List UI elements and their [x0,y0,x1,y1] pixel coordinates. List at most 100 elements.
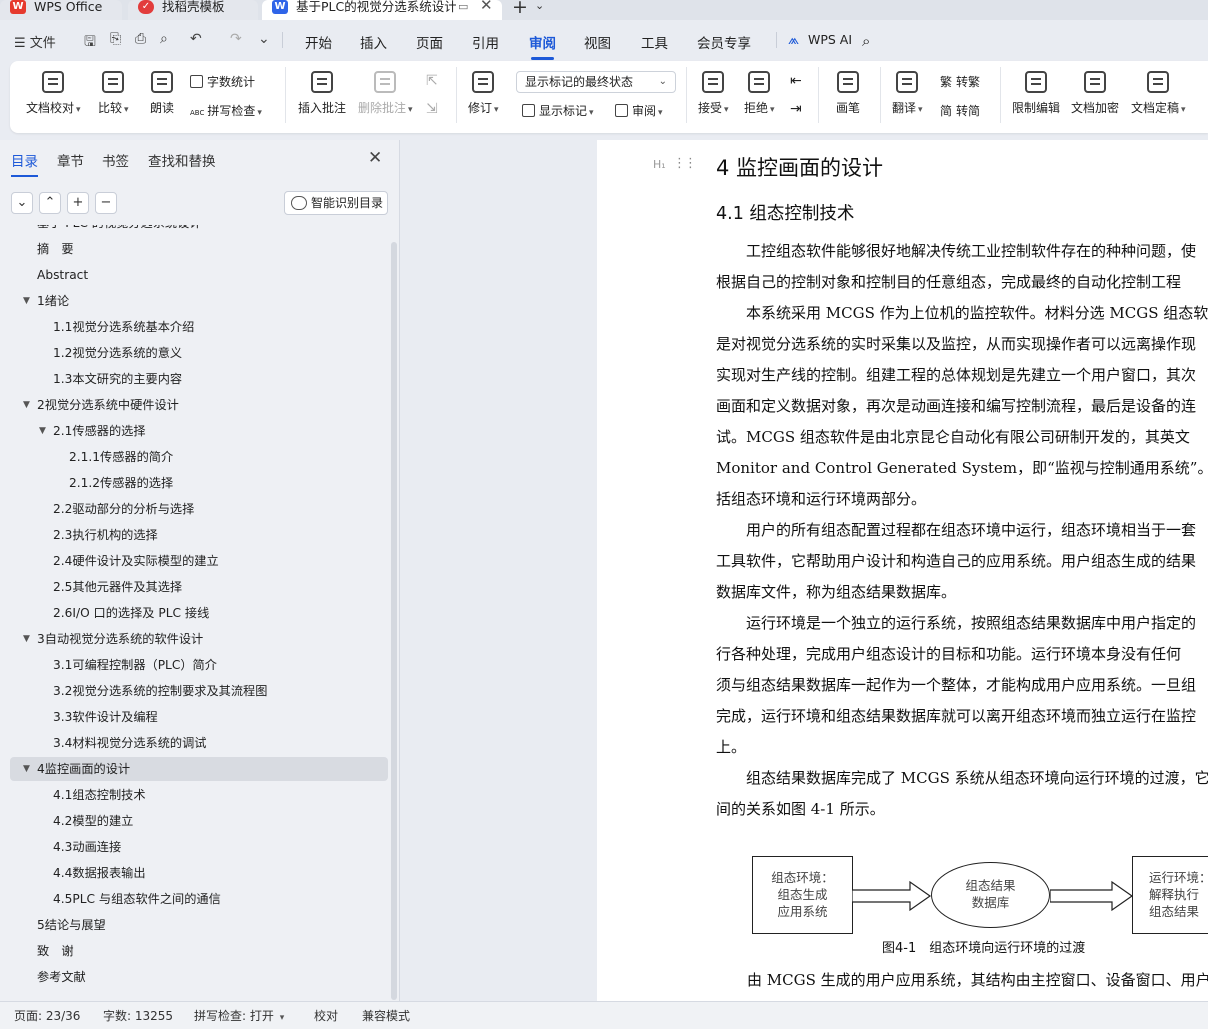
add-heading-icon[interactable]: + [67,192,89,214]
tab-find-replace[interactable]: 查找和替换 [148,150,216,170]
toc-item[interactable]: 2.4硬件设计及实际模型的建立 [10,549,388,573]
search-icon[interactable]: ⌕ [862,32,870,50]
smart-toc-button[interactable]: 智能识别目录 [284,191,388,215]
toc-item[interactable]: 基于 PLC 的视觉分选系统设计 [10,225,388,235]
insert-comment-button[interactable]: 插入批注 [298,71,346,116]
spell-check-status[interactable]: 拼写检查: 打开 ▾ [194,1007,284,1024]
collapse-up-icon[interactable]: ⌃ [39,192,61,214]
to-traditional-button[interactable]: 繁转繁 [940,73,980,90]
doc-finalize-button[interactable]: 文档定稿 ▾ [1131,71,1186,116]
review-pane-button[interactable]: 审阅 ▾ [615,102,663,119]
new-tab-button[interactable]: + [512,0,528,18]
tab-bookmarks[interactable]: 书签 [102,150,129,170]
page-indicator[interactable]: 页面: 23/36 [14,1007,80,1024]
word-count-indicator[interactable]: 字数: 13255 [103,1007,173,1024]
save-icon[interactable]: 🖫 [84,31,96,55]
spell-check-button[interactable]: ABC 拼写检查 ▾ [190,102,262,119]
tab-document[interactable]: W 基于PLC的视觉分选系统设计： ▭ ✕ [262,0,502,20]
close-panel-icon[interactable]: ✕ [368,148,382,168]
doc-encrypt-button[interactable]: 文档加密 [1071,71,1119,116]
compare-button[interactable]: 比较 ▾ [98,71,129,116]
menu-review[interactable]: 审阅 [529,32,556,60]
close-tab-icon[interactable]: ✕ [480,0,493,13]
toc-item[interactable]: Abstract [10,263,388,287]
toc-item[interactable]: 2.1.1传感器的简介 [10,445,388,469]
monitor-icon[interactable]: ▭ [458,0,468,14]
read-aloud-button[interactable]: 朗读 [150,71,174,116]
markup-state-select[interactable]: 显示标记的最终状态 ⌄ [516,71,676,93]
delete-comment-button[interactable]: 删除批注 ▾ [358,71,413,116]
toc-item[interactable]: 2.6I/O 口的选择及 PLC 接线 [10,601,388,625]
toc-item[interactable]: ▼ 3自动视觉分选系统的软件设计 [10,627,388,651]
menu-view[interactable]: 视图 [584,32,611,52]
redo-icon[interactable]: ↷ [230,31,242,47]
expand-toggle-icon[interactable]: ▼ [23,289,30,313]
next-comment-icon[interactable]: ⇲ [426,101,438,117]
show-markup-button[interactable]: 显示标记 ▾ [522,102,594,119]
to-simplified-button[interactable]: 简转简 [940,102,980,119]
expand-toggle-icon[interactable]: ▼ [23,393,30,417]
toc-item[interactable]: 3.3软件设计及编程 [10,705,388,729]
toc-item[interactable]: 4.1组态控制技术 [10,783,388,807]
print-icon[interactable]: ⎙ [135,31,146,47]
menu-start[interactable]: 开始 [305,32,332,52]
tab-list-chevron-icon[interactable]: ⌄ [535,0,544,12]
revise-button[interactable]: 修订 ▾ [468,71,499,116]
toc-item[interactable]: 3.2视觉分选系统的控制要求及其流程图 [10,679,388,703]
toc-item[interactable]: 2.1.2传感器的选择 [10,471,388,495]
print-preview-icon[interactable]: ⌕ [160,31,168,47]
toc-item[interactable]: 2.2驱动部分的分析与选择 [10,497,388,521]
menu-member[interactable]: 会员专享 [697,32,751,52]
collapse-down-icon[interactable]: ⌄ [11,192,33,214]
toc-item[interactable]: 5结论与展望 [10,913,388,937]
proofread-status[interactable]: 校对 [314,1007,338,1024]
tab-template[interactable]: ✓ 找稻壳模板 [128,0,258,20]
menu-tools[interactable]: 工具 [641,32,668,52]
expand-toggle-icon[interactable]: ▼ [23,627,30,651]
menu-reference[interactable]: 引用 [472,32,499,52]
toc-item[interactable]: 4.2模型的建立 [10,809,388,833]
toc-item[interactable]: 3.1可编程控制器（PLC）简介 [10,653,388,677]
toc-item[interactable]: 参考文献 [10,965,388,989]
prev-change-icon[interactable]: ⇤ [790,73,802,89]
prev-comment-icon[interactable]: ⇱ [426,73,438,89]
menu-insert[interactable]: 插入 [360,32,387,52]
tab-toc[interactable]: 目录 [11,150,38,177]
document-page[interactable]: H₁ ⋮⋮ 4 监控画面的设计 4.1 组态控制技术 工控组态软件能够很好地解决… [597,140,1208,1001]
more-chevron-icon[interactable]: ⌄ [258,31,270,47]
wps-ai-button[interactable]: WPS AI [808,32,852,47]
word-count-button[interactable]: 字数统计 [190,73,255,90]
drag-handle-icon[interactable]: ⋮⋮ [673,156,697,171]
toc-item[interactable]: 1.1视觉分选系统基本介绍 [10,315,388,339]
toc-item[interactable]: 3.4材料视觉分选系统的调试 [10,731,388,755]
toc-item[interactable]: ▼ 1绪论 [10,289,388,313]
toc-scrollbar[interactable] [391,242,397,1000]
remove-heading-icon[interactable]: − [95,192,117,214]
toc-item[interactable]: 2.3执行机构的选择 [10,523,388,547]
toc-item[interactable]: 4.5PLC 与组态软件之间的通信 [10,887,388,911]
toc-item[interactable]: 致 谢 [10,939,388,963]
tab-chapters[interactable]: 章节 [57,150,84,170]
file-menu[interactable]: ☰ 文件 [14,32,56,51]
expand-toggle-icon[interactable]: ▼ [23,757,30,781]
toc-item[interactable]: 1.3本文研究的主要内容 [10,367,388,391]
undo-icon[interactable]: ↶ [190,31,202,47]
wps-ai-icon[interactable]: ⩕ [788,32,799,48]
export-icon[interactable]: ⎘ [110,31,121,47]
pen-button[interactable]: 画笔 [836,71,860,116]
reject-button[interactable]: 拒绝 ▾ [744,71,775,116]
next-change-icon[interactable]: ⇥ [790,101,802,117]
toc-item[interactable]: 4.3动画连接 [10,835,388,859]
tab-wps-office[interactable]: W WPS Office [0,0,122,20]
toc-item[interactable]: ▼ 2.1传感器的选择 [10,419,388,443]
expand-toggle-icon[interactable]: ▼ [39,419,46,443]
restrict-edit-button[interactable]: 限制编辑 [1012,71,1060,116]
toc-item[interactable]: ▼ 4监控画面的设计 [10,757,388,781]
toc-item[interactable]: 2.5其他元器件及其选择 [10,575,388,599]
toc-item[interactable]: 4.4数据报表输出 [10,861,388,885]
toc-item[interactable]: 1.2视觉分选系统的意义 [10,341,388,365]
toc-item[interactable]: ▼ 2视觉分选系统中硬件设计 [10,393,388,417]
menu-page[interactable]: 页面 [416,32,443,52]
toc-item[interactable]: 摘 要 [10,237,388,261]
accept-button[interactable]: 接受 ▾ [698,71,729,116]
